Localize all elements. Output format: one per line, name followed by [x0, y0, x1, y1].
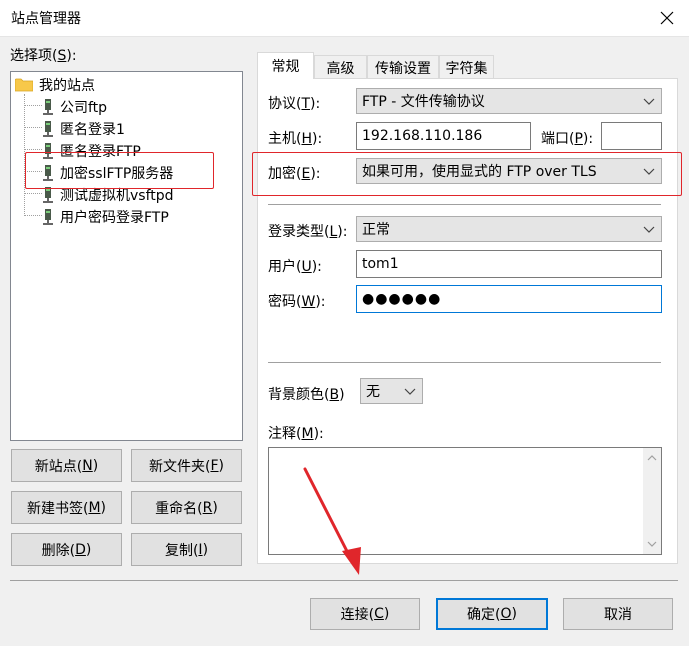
separator	[268, 362, 661, 363]
window-title: 站点管理器	[11, 11, 81, 27]
user-label: 用户(U):	[268, 259, 322, 275]
close-icon	[660, 11, 674, 25]
host-label: 主机(H):	[268, 131, 323, 147]
highlight-box-encryption	[252, 152, 682, 196]
tree-guide	[24, 215, 42, 216]
tree-root-my-sites[interactable]: 我的站点	[15, 74, 95, 96]
new-bookmark-button[interactable]: 新建书签(M)	[11, 491, 122, 524]
tree-site-label: 公司ftp	[60, 100, 108, 116]
highlight-box-site	[25, 152, 214, 189]
tree-guide	[24, 105, 42, 106]
comments-label: 注释(M):	[268, 426, 324, 442]
protocol-label: 协议(T):	[268, 96, 321, 112]
connect-button[interactable]: 连接(C)	[310, 598, 420, 630]
folder-icon	[15, 78, 33, 92]
chevron-down-icon	[643, 98, 655, 105]
comments-scrollbar[interactable]	[643, 448, 661, 554]
tab-transfer-settings[interactable]: 传输设置	[367, 55, 439, 79]
cancel-button[interactable]: 取消	[563, 598, 673, 630]
host-input[interactable]: 192.168.110.186	[356, 122, 531, 150]
chevron-down-icon	[643, 226, 655, 233]
close-button[interactable]	[648, 2, 686, 34]
tab-advanced[interactable]: 高级	[314, 55, 367, 79]
tree-guide	[24, 193, 42, 194]
ok-button[interactable]: 确定(O)	[436, 598, 548, 630]
tab-charset[interactable]: 字符集	[439, 55, 494, 79]
scroll-down-icon	[647, 541, 657, 547]
port-label: 端口(P):	[541, 131, 594, 147]
tab-general[interactable]: 常规	[257, 52, 314, 79]
tree-guide	[24, 149, 42, 150]
select-entry-label: 选择项(S):	[10, 48, 77, 64]
server-icon	[43, 209, 53, 225]
copy-button[interactable]: 复制(I)	[131, 533, 242, 566]
new-folder-button[interactable]: 新文件夹(F)	[131, 449, 242, 482]
tree-site-label: 匿名登录1	[60, 122, 125, 138]
tree-site-item[interactable]: 用户密码登录FTP	[42, 206, 169, 228]
server-icon	[43, 187, 53, 203]
site-tree[interactable]: 我的站点 公司ftp 匿名登录1 匿名登录FTP 加密sslFTP服务器 测试虚…	[10, 71, 243, 441]
title-bar	[0, 0, 689, 36]
logon-type-select[interactable]: 正常	[356, 216, 662, 242]
port-input[interactable]	[601, 122, 662, 150]
annotation-arrow-icon	[303, 467, 361, 575]
scroll-up-icon	[647, 455, 657, 461]
tree-root-label: 我的站点	[39, 78, 95, 94]
tree-guide	[24, 127, 42, 128]
rename-button[interactable]: 重命名(R)	[131, 491, 242, 524]
tree-site-item[interactable]: 公司ftp	[42, 96, 107, 118]
new-site-button[interactable]: 新站点(N)	[11, 449, 122, 482]
delete-button[interactable]: 删除(D)	[11, 533, 122, 566]
tree-site-item[interactable]: 匿名登录1	[42, 118, 125, 140]
user-input[interactable]: tom1	[356, 250, 662, 278]
bg-color-select[interactable]: 无	[360, 378, 423, 404]
server-icon	[43, 99, 53, 115]
password-input[interactable]: ●●●●●●	[356, 285, 662, 313]
logon-type-label: 登录类型(L):	[268, 224, 348, 240]
footer-separator	[10, 580, 678, 581]
bg-color-label: 背景颜色(B)	[268, 387, 345, 403]
tree-site-label: 用户密码登录FTP	[60, 210, 169, 226]
password-label: 密码(W):	[268, 294, 326, 310]
chevron-down-icon	[404, 388, 416, 395]
server-icon	[43, 121, 53, 137]
protocol-select[interactable]: FTP - 文件传输协议	[356, 88, 662, 114]
separator	[268, 204, 661, 205]
